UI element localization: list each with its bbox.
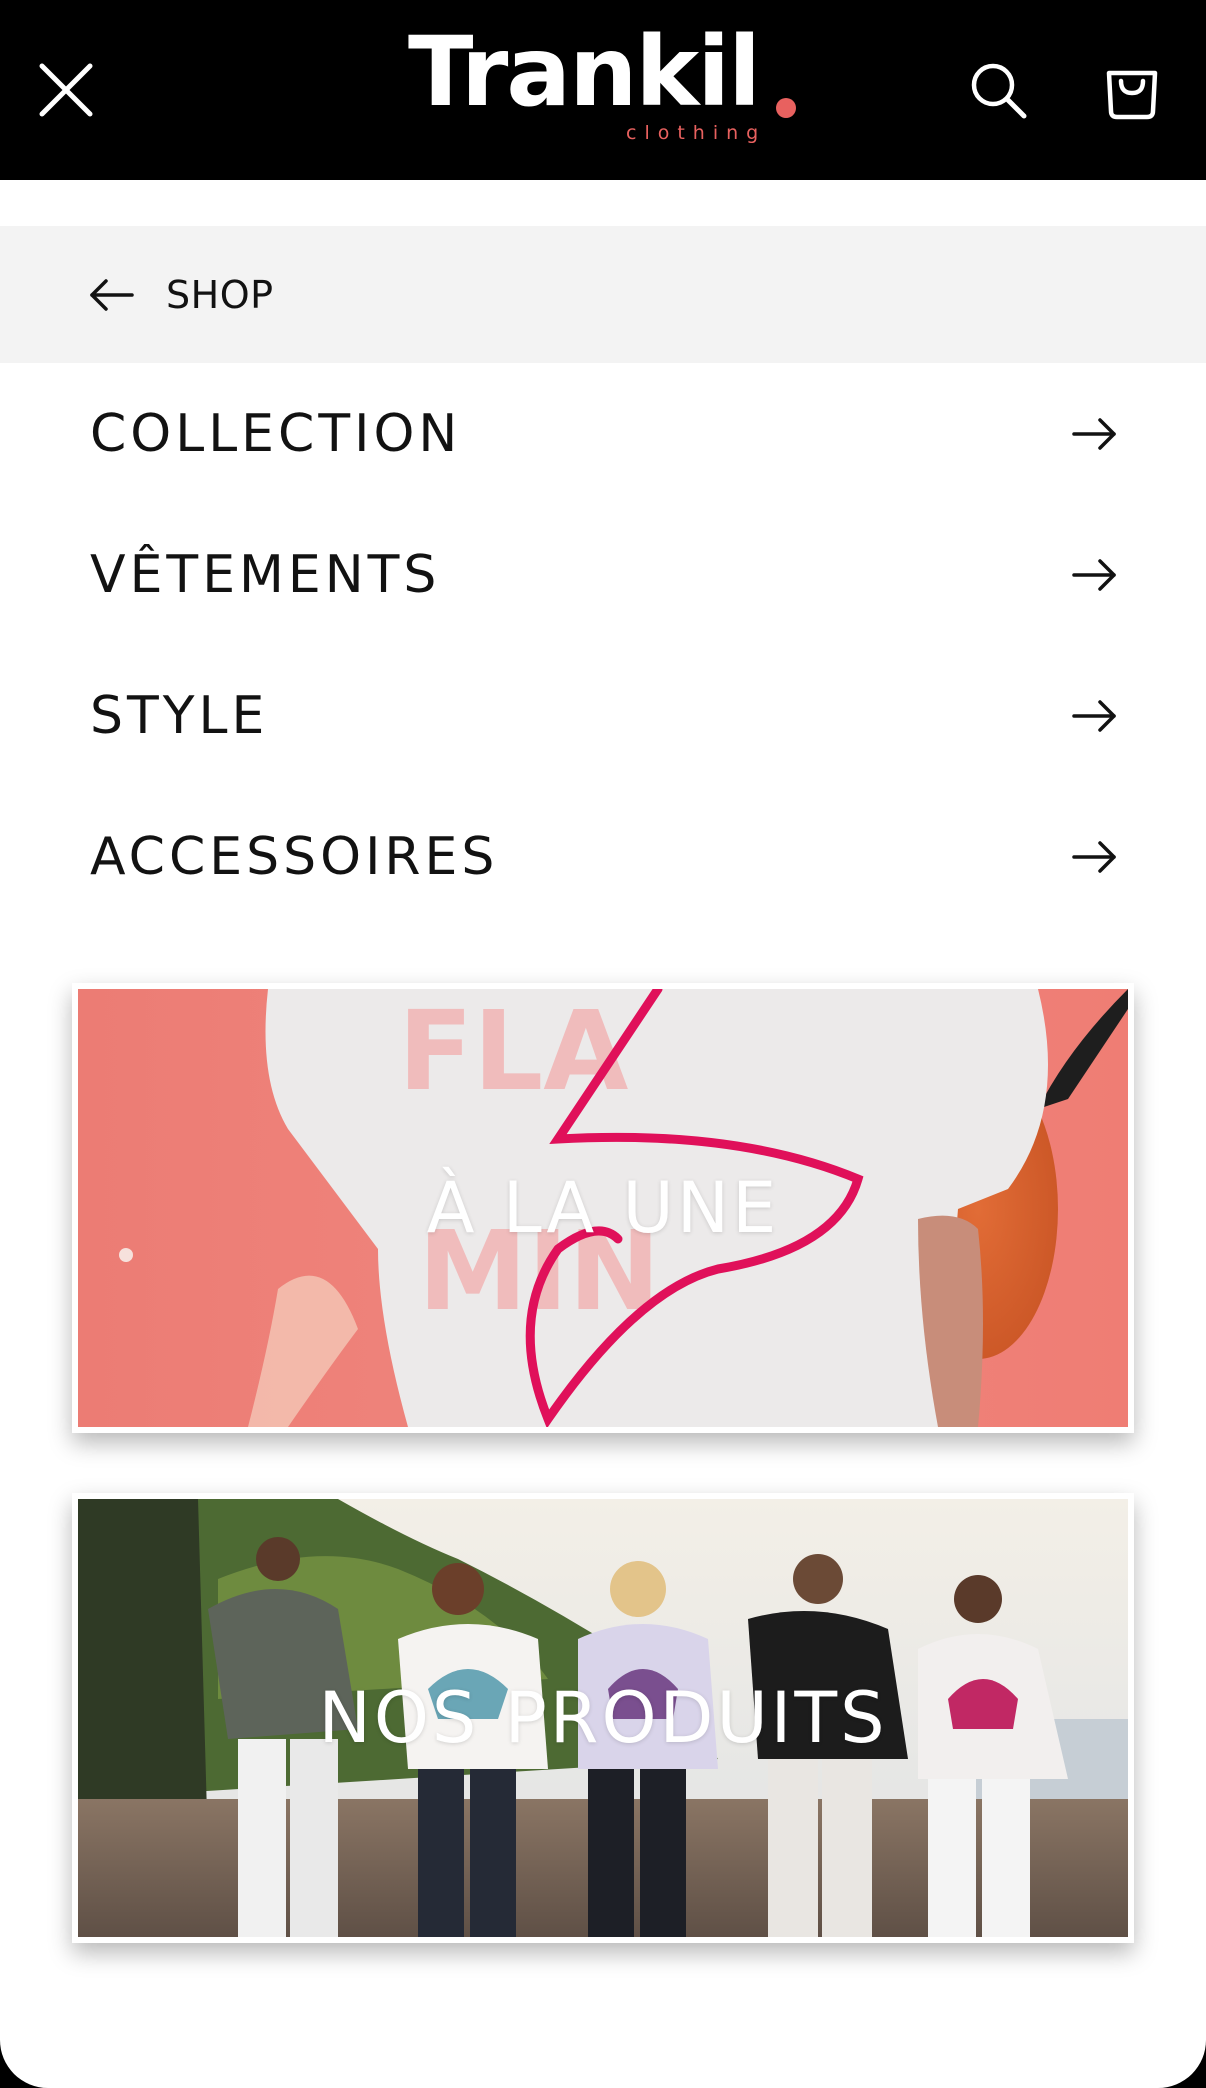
cart-icon xyxy=(1106,70,1158,120)
arrow-right-icon xyxy=(1072,840,1116,873)
close-icon xyxy=(39,63,93,117)
menu-item-accessoires[interactable]: ACCESSOIRES xyxy=(0,786,1206,927)
menu-item-vetements[interactable]: VÊTEMENTS xyxy=(0,504,1206,645)
menu-item-collection[interactable]: COLLECTION xyxy=(0,363,1206,504)
cart-button[interactable] xyxy=(1092,50,1172,130)
logo-dot xyxy=(776,98,796,118)
arrow-right-icon xyxy=(1072,558,1116,591)
card-label: NOS PRODUITS xyxy=(318,1677,888,1759)
close-menu-button[interactable] xyxy=(26,50,106,130)
brand-logo[interactable]: Trankil clothing xyxy=(400,24,810,150)
menu-item-label: COLLECTION xyxy=(90,403,462,464)
menu-item-style[interactable]: STYLE xyxy=(0,645,1206,786)
search-icon xyxy=(971,63,1027,119)
arrow-right-icon xyxy=(1072,417,1116,450)
card-label: À LA UNE xyxy=(426,1167,780,1249)
submenu-list: COLLECTION VÊTEMENTS STYLE ACCESSOIRES xyxy=(0,363,1206,927)
back-label: SHOP xyxy=(166,272,274,317)
logo-text: Trankil xyxy=(408,16,761,128)
logo-subtext: clothing xyxy=(626,122,767,144)
arrow-left-icon xyxy=(90,278,134,311)
search-button[interactable] xyxy=(958,50,1038,130)
svg-text:FLA: FLA xyxy=(398,989,628,1115)
menu-item-label: STYLE xyxy=(90,685,269,746)
featured-card-a-la-une[interactable]: FLA MIN À LA UNE xyxy=(72,983,1134,1433)
back-to-shop-button[interactable]: SHOP xyxy=(0,226,1206,363)
mobile-menu-page: Trankil clothing SHOP COLLECTION VÊTEMEN… xyxy=(0,0,1206,2088)
menu-item-label: VÊTEMENTS xyxy=(90,544,441,605)
site-header: Trankil clothing xyxy=(0,0,1206,180)
arrow-right-icon xyxy=(1072,699,1116,732)
menu-item-label: ACCESSOIRES xyxy=(90,826,499,887)
featured-card-nos-produits[interactable]: NOS PRODUITS xyxy=(72,1493,1134,1943)
